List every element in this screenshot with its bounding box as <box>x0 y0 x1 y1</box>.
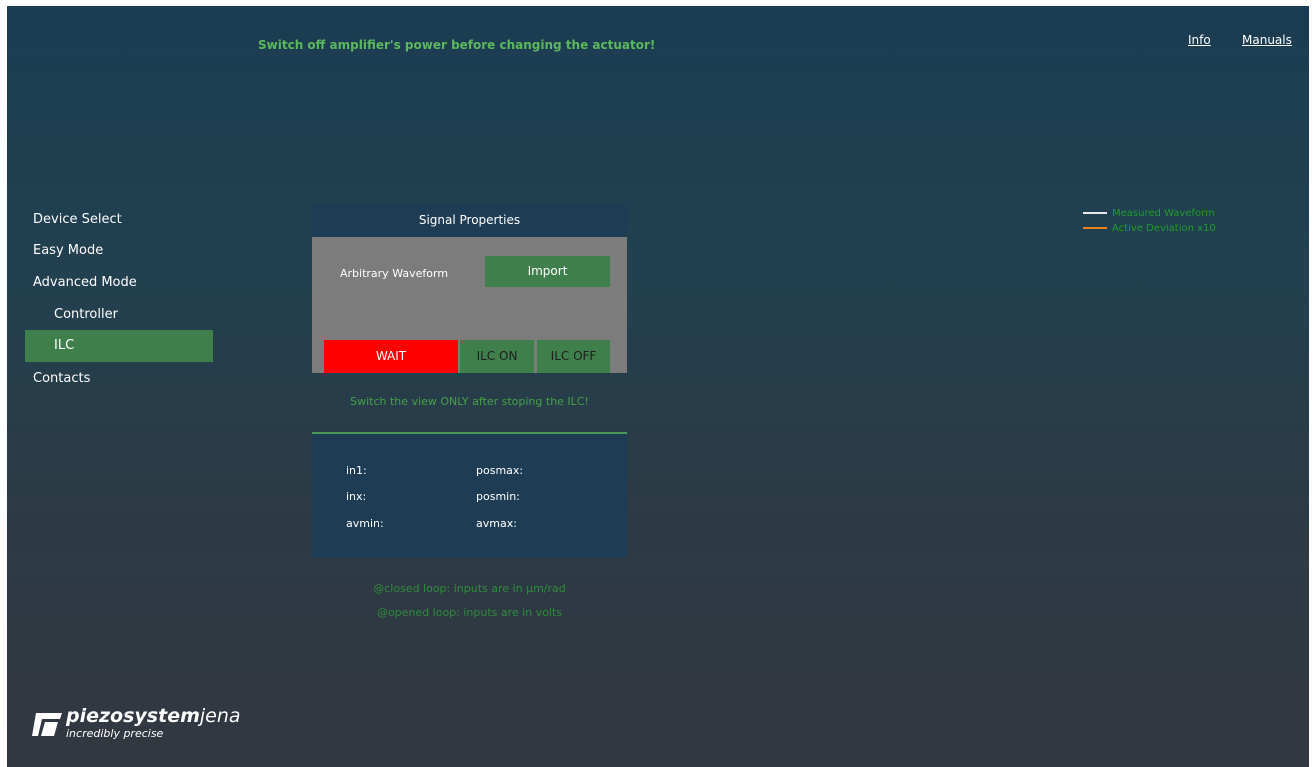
sidebar-item-controller[interactable]: Controller <box>25 299 213 331</box>
manuals-link[interactable]: Manuals <box>1242 33 1292 47</box>
arbitrary-waveform-label: Arbitrary Waveform <box>340 267 449 280</box>
avmax-label: avmax: <box>476 517 517 530</box>
legend-label-measured: Measured Waveform <box>1112 208 1215 219</box>
legend-swatch-measured <box>1083 212 1107 214</box>
sidebar-item-device-select[interactable]: Device Select <box>25 204 213 236</box>
closed-loop-note: @closed loop: inputs are in µm/rad <box>373 582 566 595</box>
app-window: Switch off amplifier's power before chan… <box>7 6 1309 767</box>
company-logo: piezosystemjena incredibly precise <box>32 705 242 745</box>
sidebar-item-contacts[interactable]: Contacts <box>25 363 213 395</box>
inx-label: inx: <box>346 490 367 503</box>
legend-item-deviation: Active Deviation x10 <box>1083 223 1216 239</box>
in1-label: in1: <box>346 464 367 477</box>
sidebar-item-advanced-mode[interactable]: Advanced Mode <box>25 267 213 299</box>
posmin-label: posmin: <box>476 490 520 503</box>
logo-mark-icon <box>32 713 62 736</box>
logo-wordmark: piezosystemjena <box>66 705 241 727</box>
posmax-label: posmax: <box>476 464 524 477</box>
switch-view-note: Switch the view ONLY after stoping the I… <box>350 395 589 408</box>
logo-tagline: incredibly precise <box>66 727 164 740</box>
import-button[interactable]: Import <box>485 256 610 287</box>
legend-label-deviation: Active Deviation x10 <box>1112 223 1216 234</box>
wait-button[interactable]: WAIT <box>324 340 458 373</box>
legend-item-measured: Measured Waveform <box>1083 208 1215 224</box>
logo-name-bold: piezosystem <box>66 705 200 727</box>
readout-panel: in1: inx: avmin: posmax: posmin: avmax: <box>312 434 627 558</box>
signal-properties-title: Signal Properties <box>312 204 627 237</box>
ilc-on-button[interactable]: ILC ON <box>460 340 534 373</box>
legend-swatch-deviation <box>1083 227 1107 229</box>
avmin-label: avmin: <box>346 517 384 530</box>
actuator-warning: Switch off amplifier's power before chan… <box>258 38 656 52</box>
opened-loop-note: @opened loop: inputs are in volts <box>376 606 563 619</box>
logo-name-light: jena <box>199 705 241 727</box>
sidebar-item-ilc[interactable]: ILC <box>25 330 213 362</box>
ilc-off-button[interactable]: ILC OFF <box>537 340 610 373</box>
sidebar-item-easy-mode[interactable]: Easy Mode <box>25 235 213 267</box>
signal-properties-panel: Signal Properties Arbitrary Waveform Imp… <box>312 204 627 373</box>
info-link[interactable]: Info <box>1188 33 1211 47</box>
